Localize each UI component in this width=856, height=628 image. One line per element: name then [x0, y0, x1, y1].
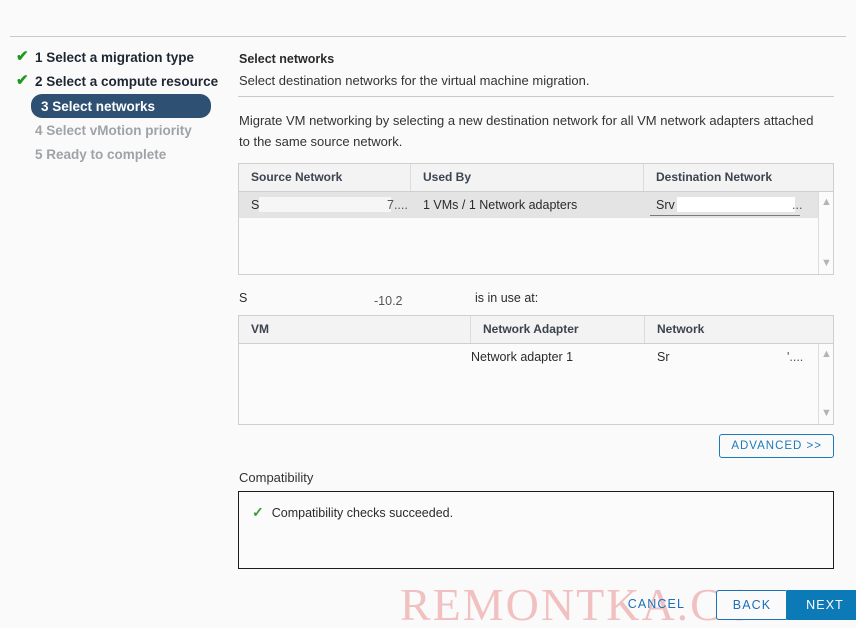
scroll-down-icon[interactable]: ▼ — [821, 258, 832, 269]
dialog-title-bar: - Migrate — [0, 0, 856, 37]
compatibility-box: ✓ Compatibility checks succeeded. — [238, 491, 834, 569]
check-icon: ✔ — [16, 48, 29, 65]
cell-source-network[interactable]: S 7.... — [239, 192, 411, 218]
network-in-use-label: S -10.2 is in use at: — [239, 288, 838, 308]
table-row[interactable]: Network adapter 1 Sr '.... — [239, 344, 833, 370]
page-title: Select networks — [239, 52, 335, 66]
usage-table-scrollbar[interactable]: ▲ ▼ — [818, 344, 833, 424]
sidebar-item-select-compute-resource[interactable]: ✔ 2 Select a compute resource — [0, 70, 230, 93]
sidebar-item-select-vmotion-priority[interactable]: 4 Select vMotion priority — [0, 119, 230, 142]
page-subtitle: Select destination networks for the virt… — [239, 73, 590, 88]
destination-network-redaction — [677, 197, 795, 212]
networks-table-scrollbar[interactable]: ▲ ▼ — [818, 192, 833, 274]
sidebar-item-select-networks[interactable]: 3 Select networks — [31, 94, 211, 118]
dialog-footer: REMONTKA.COM CANCEL BACK NEXT — [0, 579, 856, 628]
next-button[interactable]: NEXT — [786, 590, 856, 620]
network-redaction — [673, 349, 789, 364]
advanced-row: ADVANCED >> — [238, 434, 834, 468]
title-divider — [10, 36, 846, 37]
column-header-network-adapter[interactable]: Network Adapter — [471, 316, 645, 343]
networks-table-body: S 7.... 1 VMs / 1 Network adapters Srv .… — [239, 192, 833, 274]
cell-network-adapter: Network adapter 1 — [471, 350, 574, 364]
page-description: Migrate VM networking by selecting a new… — [239, 113, 814, 149]
cell-source-network-trailing: 7.... — [387, 198, 408, 212]
column-header-destination-network[interactable]: Destination Network — [644, 164, 833, 191]
check-icon: ✔ — [16, 72, 29, 89]
usage-table-empty-space — [239, 370, 833, 424]
cell-used-by: 1 VMs / 1 Network adapters — [423, 198, 578, 212]
column-header-used-by[interactable]: Used By — [411, 164, 644, 191]
sidebar-item-label: 5 Ready to complete — [35, 147, 167, 162]
back-button[interactable]: BACK — [716, 590, 788, 620]
compatibility-message: Compatibility checks succeeded. — [271, 506, 454, 520]
cell-vm — [239, 344, 471, 370]
sidebar-item-select-migration-type[interactable]: ✔ 1 Select a migration type — [0, 46, 230, 69]
main-content-panel: Select networks Select destination netwo… — [238, 52, 838, 569]
sidebar-item-label: 1 Select a migration type — [35, 50, 195, 65]
cancel-button[interactable]: CANCEL — [628, 597, 685, 611]
column-header-vm[interactable]: VM — [239, 316, 471, 343]
destination-network-combo-underline — [650, 215, 800, 216]
sidebar-item-label: 2 Select a compute resource — [35, 74, 219, 89]
sidebar-item-label: 4 Select vMotion priority — [35, 123, 192, 138]
source-network-redaction — [259, 197, 391, 212]
cell-network-text: Sr — [657, 350, 670, 364]
sidebar-item-ready-to-complete[interactable]: 5 Ready to complete — [0, 143, 230, 166]
table-row[interactable]: S 7.... 1 VMs / 1 Network adapters Srv .… — [239, 192, 833, 218]
compatibility-label: Compatibility — [239, 470, 314, 485]
dialog-title-redaction — [52, 0, 188, 21]
cell-destination-network[interactable]: Srv ... — [644, 192, 818, 218]
usage-table-body: Network adapter 1 Sr '.... ▲ ▼ — [239, 344, 833, 424]
cell-network-trailing: '.... — [787, 350, 804, 364]
compatibility-message-row: ✓ Compatibility checks succeeded. — [252, 504, 453, 521]
wizard-steps-sidebar: ✔ 1 Select a migration type ✔ 2 Select a… — [0, 46, 230, 167]
scroll-up-icon[interactable]: ▲ — [821, 197, 832, 208]
cell-destination-network-text: Srv — [656, 198, 675, 212]
scroll-down-icon[interactable]: ▼ — [821, 408, 832, 419]
networks-table-empty-space — [239, 218, 833, 274]
in-use-network-redaction — [247, 288, 471, 301]
content-divider — [238, 96, 834, 97]
in-use-network-trailing: -10.2 — [374, 294, 403, 308]
usage-table: VM Network Adapter Network Network adapt… — [238, 315, 834, 425]
column-header-network[interactable]: Network — [645, 316, 833, 343]
success-check-icon: ✓ — [252, 504, 264, 520]
networks-table-header: Source Network Used By Destination Netwo… — [239, 164, 833, 192]
usage-table-header: VM Network Adapter Network — [239, 316, 833, 344]
advanced-button[interactable]: ADVANCED >> — [719, 434, 834, 458]
networks-table: Source Network Used By Destination Netwo… — [238, 163, 834, 275]
in-use-suffix: is in use at: — [475, 291, 539, 305]
column-header-source-network[interactable]: Source Network — [239, 164, 411, 191]
scroll-up-icon[interactable]: ▲ — [821, 349, 832, 360]
migrate-wizard-dialog: - Migrate ✔ 1 Select a migration type ✔ … — [0, 0, 856, 628]
cell-network: Sr '.... — [645, 344, 819, 370]
sidebar-item-label: 3 Select networks — [41, 98, 156, 114]
